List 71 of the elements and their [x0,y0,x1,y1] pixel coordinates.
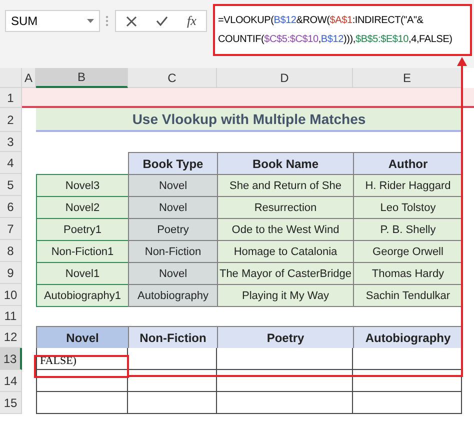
formula-part: :INDIRECT("A"& [352,15,424,26]
row-header[interactable]: 9 [0,262,22,284]
table-cell: Poetry [128,218,218,241]
table-cell: Novel [128,262,218,285]
table-cell: Novel2 [36,196,129,219]
table-cell: Novel [128,196,218,219]
formula-field[interactable]: =VLOOKUP(B$12&ROW($A$1:INDIRECT("A"& COUNTIF($C$5:$C$10,B$12))),$B$5:$E$10,4,FALSE) [213,4,472,56]
table-cell: Poetry1 [36,218,129,241]
table-cell: P. B. Shelly [353,218,463,241]
table-cell: Thomas Hardy [353,262,463,285]
table-cell: The Mayor of CasterBridge [217,262,354,285]
table-cell: Playing it My Way [217,284,354,307]
formula-part: COUNTIF( [218,34,264,45]
column-heading: Autobiography [353,326,463,349]
formula-part: , [318,34,321,45]
column-header[interactable]: A [22,68,36,88]
table-cell: H. Rider Haggard [353,174,463,197]
column-header[interactable]: E [353,68,462,88]
row-header[interactable]: 14 [0,370,22,392]
formula-part: $B$5:$E$10 [355,34,409,45]
column-heading: Novel [36,326,129,349]
row-header[interactable]: 13 [0,348,22,370]
row-header[interactable]: 15 [0,392,22,414]
table-cell: Novel1 [36,262,129,285]
row-header[interactable]: 2 [0,108,22,132]
column-header[interactable]: C [128,68,217,88]
formula-part: =VLOOKUP( [218,15,274,26]
row-header[interactable]: 7 [0,218,22,240]
row-header[interactable]: 1 [0,88,22,108]
row-header[interactable]: 12 [0,326,22,348]
row-header[interactable]: 11 [0,306,22,326]
column-header[interactable]: D [217,68,353,88]
cancel-icon[interactable] [126,16,137,26]
check-icon[interactable] [156,16,168,26]
table-cell: Autobiography1 [36,284,129,307]
insert-function-button[interactable]: fx [187,13,196,29]
table-cell: George Orwell [353,240,463,263]
column-heading: Book Name [217,152,354,175]
table-cell: Non-Fiction1 [36,240,129,263]
table-cell: Autobiography [128,284,218,307]
formula-part: ,4,FALSE) [408,34,452,45]
row-header[interactable]: 6 [0,196,22,218]
row-header[interactable]: 3 [0,132,22,152]
table-cell: She and Return of She [217,174,354,197]
name-box[interactable]: SUM [5,10,100,32]
formula-part: B$12 [320,34,344,45]
table-cell: Novel3 [36,174,129,197]
formula-part: $A$1 [330,15,352,26]
column-heading: Author [353,152,463,175]
table-cell: Leo Tolstoy [353,196,463,219]
formula-part: ))), [343,34,356,45]
formula-part: $C$5:$C$10 [264,34,318,45]
table-cell: Ode to the West Wind [217,218,354,241]
column-heading: Poetry [217,326,354,349]
table-cell: Homage to Catalonia [217,240,354,263]
row-header[interactable]: 5 [0,174,22,196]
formula-part: B$12 [274,15,296,26]
row-header[interactable]: 10 [0,284,22,306]
column-header[interactable]: B [36,68,128,88]
table-cell: Resurrection [217,196,354,219]
row-header[interactable]: 4 [0,152,22,174]
column-heading: Book Type [128,152,218,175]
table-cell: Novel [128,174,218,197]
row-header[interactable]: 8 [0,240,22,262]
dropdown-icon[interactable] [87,18,94,24]
sheet-title: Use Vlookup with Multiple Matches [36,108,462,132]
formula-cell[interactable]: FALSE) [36,348,128,370]
formula-part: &ROW( [296,15,330,26]
table-cell: Non-Fiction [128,240,218,263]
column-heading: Non-Fiction [128,326,218,349]
table-cell: Sachin Tendulkar [353,284,463,307]
